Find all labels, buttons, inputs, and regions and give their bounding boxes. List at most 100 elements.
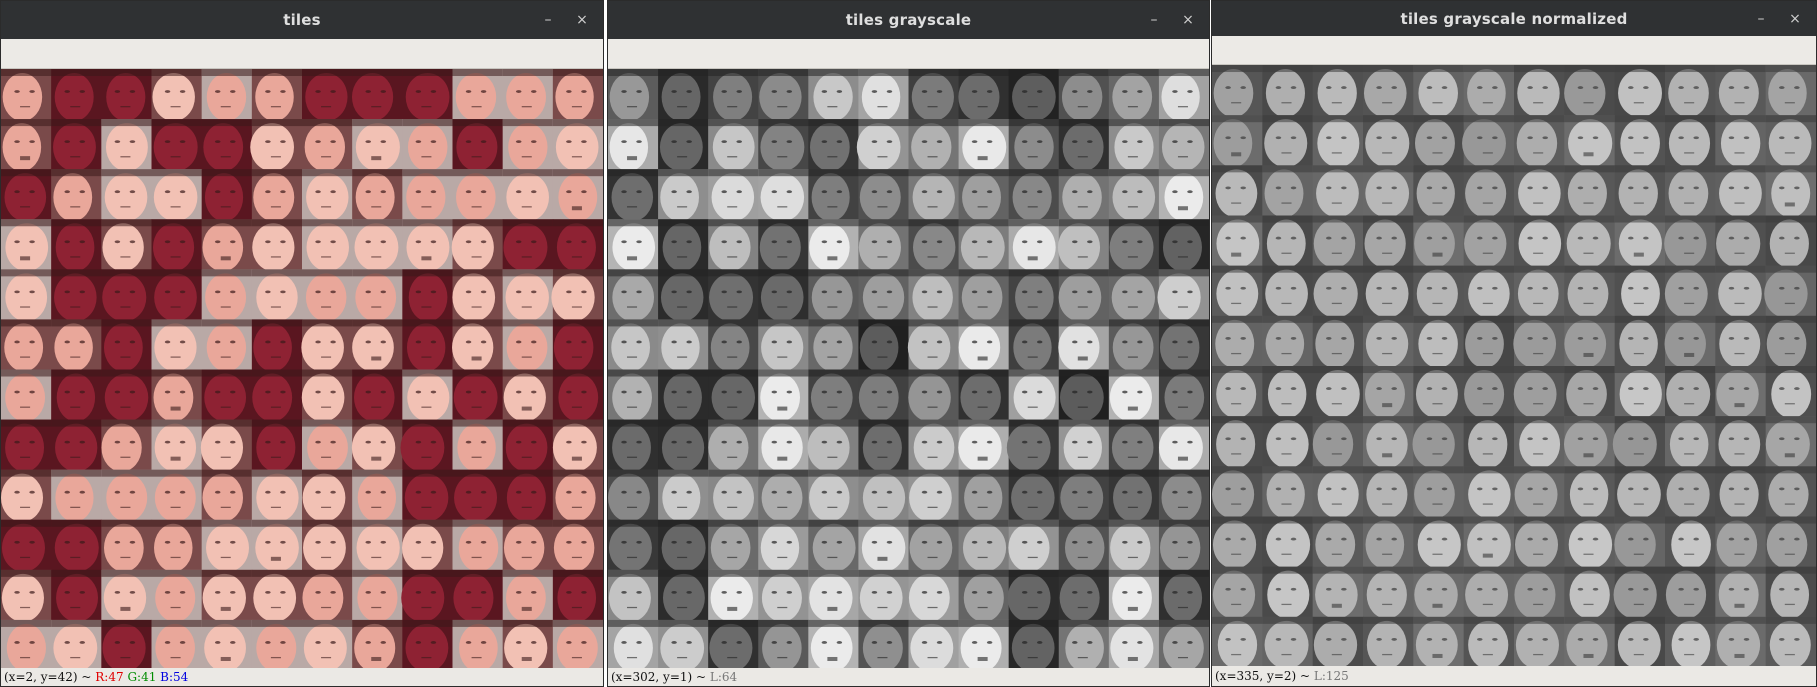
face-tile bbox=[402, 169, 454, 222]
face-tile bbox=[958, 419, 1010, 472]
face-tile bbox=[1008, 219, 1060, 272]
face-tile bbox=[1262, 516, 1314, 569]
titlebar[interactable]: tiles grayscale – × bbox=[608, 1, 1209, 39]
face-tile bbox=[1363, 315, 1414, 369]
face-tile bbox=[1212, 516, 1263, 569]
face-tile bbox=[352, 269, 403, 322]
face-tile bbox=[251, 369, 303, 422]
face-tile bbox=[101, 219, 153, 272]
face-tile bbox=[1363, 466, 1414, 519]
face-tile bbox=[1, 419, 52, 472]
face-tile bbox=[151, 419, 203, 472]
tile-canvas[interactable] bbox=[1212, 65, 1816, 667]
face-tile bbox=[708, 519, 759, 572]
face-tile bbox=[1614, 616, 1666, 667]
face-tile bbox=[1108, 519, 1160, 572]
face-tile bbox=[452, 619, 504, 670]
face-tile bbox=[858, 469, 910, 522]
face-tile bbox=[302, 469, 353, 522]
face-tile bbox=[856, 119, 910, 172]
face-tile bbox=[1008, 619, 1060, 670]
face-tile bbox=[451, 219, 504, 272]
face-tile bbox=[1006, 419, 1060, 472]
face-tile bbox=[1715, 366, 1767, 419]
face-tile bbox=[658, 619, 709, 670]
face-tile bbox=[1312, 115, 1364, 168]
face-tile bbox=[1058, 269, 1110, 322]
face-tile bbox=[351, 419, 403, 472]
minimize-icon[interactable]: – bbox=[1752, 11, 1770, 27]
face-tile bbox=[1158, 519, 1209, 572]
face-tile bbox=[1, 119, 52, 172]
face-tile bbox=[201, 69, 253, 122]
toolbar bbox=[1212, 36, 1816, 65]
face-tile bbox=[1564, 366, 1616, 419]
face-tile bbox=[151, 219, 203, 272]
face-tile bbox=[1614, 466, 1666, 519]
minimize-icon[interactable]: – bbox=[1145, 12, 1163, 28]
face-tile bbox=[452, 419, 504, 472]
face-tile bbox=[251, 69, 303, 122]
face-tile bbox=[302, 419, 353, 472]
face-tile bbox=[858, 219, 910, 272]
face-tile bbox=[1108, 569, 1160, 622]
face-tile bbox=[658, 419, 709, 472]
face-tile bbox=[1765, 416, 1816, 469]
face-tile bbox=[1765, 366, 1816, 419]
face-tile bbox=[1158, 319, 1209, 372]
face-tile bbox=[1, 319, 52, 372]
face-tile bbox=[101, 119, 153, 172]
titlebar[interactable]: tiles grayscale normalized – × bbox=[1212, 1, 1816, 36]
face-tile bbox=[251, 219, 303, 272]
face-tile bbox=[958, 269, 1010, 322]
face-tile bbox=[858, 69, 910, 122]
face-tile bbox=[1312, 65, 1364, 118]
close-icon[interactable]: × bbox=[1786, 11, 1804, 27]
face-tile bbox=[808, 569, 860, 622]
window-tiles: tiles – × (x=2, y=42) ~ R:47 G:41 B:54 bbox=[0, 0, 604, 687]
face-tile bbox=[708, 319, 759, 372]
face-tile bbox=[708, 119, 759, 172]
face-tile bbox=[552, 569, 603, 622]
face-tile bbox=[151, 169, 203, 222]
face-tile bbox=[1413, 366, 1465, 419]
face-tile bbox=[101, 269, 153, 322]
face-tile bbox=[452, 569, 504, 622]
tile-grid bbox=[608, 69, 1209, 670]
status-coords: (x=335, y=2) ~ bbox=[1215, 669, 1311, 683]
face-tile bbox=[1715, 516, 1767, 569]
face-tile bbox=[201, 619, 253, 670]
face-tile bbox=[1564, 315, 1616, 369]
face-tile bbox=[1613, 566, 1666, 619]
face-tile bbox=[1212, 366, 1263, 419]
face-tile bbox=[201, 219, 253, 272]
face-tile bbox=[1108, 219, 1160, 272]
titlebar[interactable]: tiles – × bbox=[1, 1, 603, 39]
minimize-icon[interactable]: – bbox=[539, 12, 557, 28]
face-tile bbox=[51, 569, 102, 622]
window-title: tiles bbox=[283, 11, 321, 29]
face-tile bbox=[1463, 215, 1515, 268]
close-icon[interactable]: × bbox=[1179, 12, 1197, 28]
face-tile bbox=[1158, 119, 1209, 172]
face-tile bbox=[1665, 416, 1716, 469]
face-tile bbox=[1413, 516, 1465, 569]
tile-canvas[interactable] bbox=[1, 69, 603, 670]
close-icon[interactable]: × bbox=[573, 12, 591, 28]
face-tile bbox=[1, 469, 52, 522]
face-tile bbox=[401, 569, 454, 622]
face-tile bbox=[1564, 516, 1616, 569]
status-b: B:54 bbox=[160, 670, 189, 684]
face-tile bbox=[808, 69, 860, 122]
face-tile bbox=[352, 169, 403, 222]
face-tile bbox=[908, 119, 960, 172]
face-tile bbox=[608, 69, 659, 122]
status-bar: (x=302, y=1) ~ L:64 bbox=[608, 668, 1209, 686]
face-tile bbox=[1058, 419, 1110, 472]
tile-canvas[interactable] bbox=[608, 69, 1209, 670]
face-tile bbox=[1765, 165, 1816, 218]
face-tile bbox=[151, 619, 203, 670]
face-tile bbox=[658, 469, 709, 522]
window-title: tiles grayscale normalized bbox=[1400, 9, 1628, 28]
face-tile bbox=[352, 119, 403, 172]
